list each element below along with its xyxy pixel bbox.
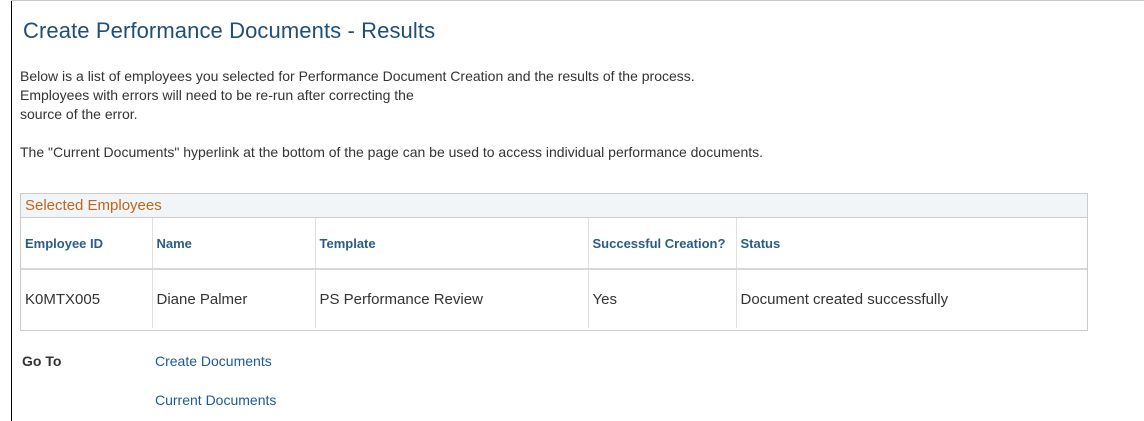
current-documents-link[interactable]: Current Documents — [155, 392, 276, 408]
table-header-row: Employee ID Name Template Successful Cre… — [21, 218, 1087, 270]
instructions-line: The "Current Documents" hyperlink at the… — [20, 144, 764, 160]
create-documents-link[interactable]: Create Documents — [155, 353, 272, 369]
cell-template: PS Performance Review — [315, 269, 589, 328]
column-header-successful-creation[interactable]: Successful Creation? — [588, 218, 737, 270]
cell-employee-id: K0MTX005 — [21, 269, 153, 328]
cell-status: Document created successfully — [740, 290, 949, 308]
page-title: Create Performance Documents - Results — [23, 18, 436, 43]
grid-caption: Selected Employees — [21, 194, 1087, 218]
frame-top-border — [11, 0, 1144, 1]
table-row: K0MTX005 Diane Palmer PS Performance Rev… — [21, 269, 1087, 328]
instructions-line: source of the error. — [20, 106, 138, 122]
goto-label: Go To — [22, 353, 62, 369]
instructions-line: Employees with errors will need to be re… — [20, 87, 414, 103]
frame-left-border — [11, 0, 12, 421]
employees-table: Employee ID Name Template Successful Cre… — [21, 218, 1087, 328]
cell-successful-creation: Yes — [588, 269, 737, 328]
instructions-line: Below is a list of employees you selecte… — [20, 68, 695, 84]
instructions-text: Below is a list of employees you selecte… — [20, 67, 763, 162]
instructions-spacer — [20, 124, 763, 143]
column-header-employee-id[interactable]: Employee ID — [21, 218, 153, 270]
cell-name: Diane Palmer — [152, 269, 316, 328]
selected-employees-grid: Selected Employees Employee ID Name Temp… — [20, 193, 1088, 331]
column-header-template[interactable]: Template — [315, 218, 589, 270]
column-header-status[interactable]: Status — [736, 218, 1087, 270]
column-header-name[interactable]: Name — [152, 218, 316, 270]
